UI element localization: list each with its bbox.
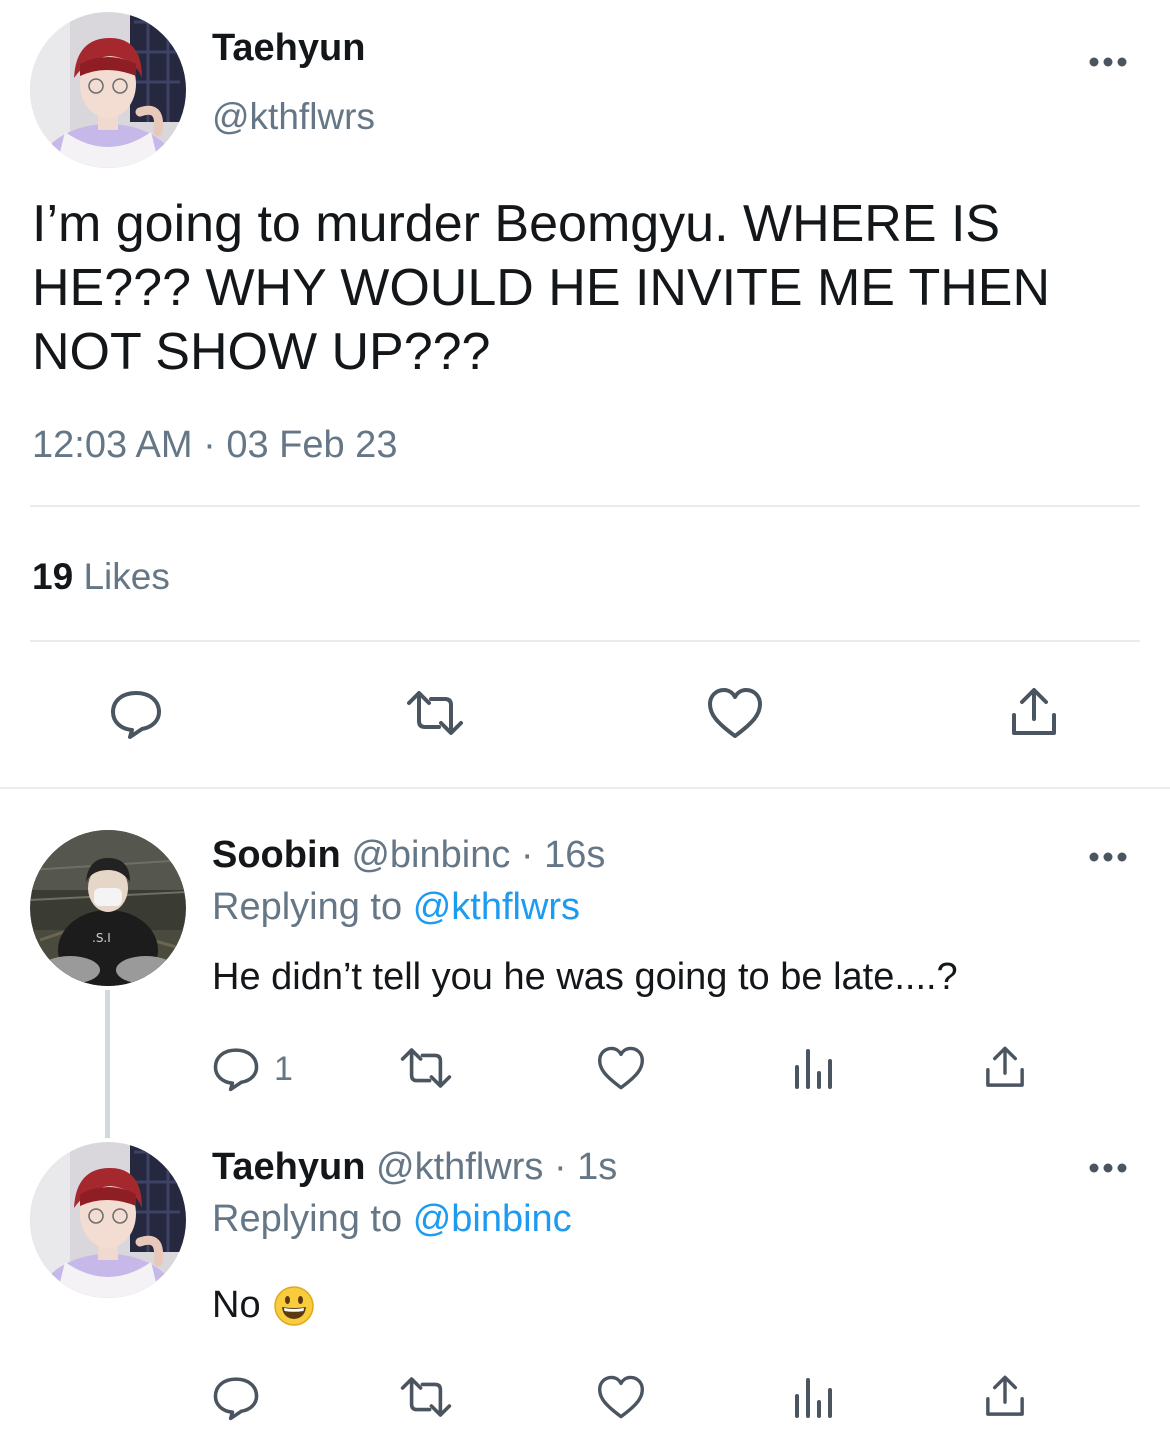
reply-header: Soobin @binbinc · 16s — [212, 834, 605, 877]
section-divider — [0, 787, 1170, 789]
author-handle[interactable]: @kthflwrs — [376, 1146, 543, 1188]
retweet-icon — [407, 691, 463, 735]
likes-count: 19 — [32, 556, 74, 597]
grinning-face-icon — [273, 1285, 314, 1326]
replying-label: Replying to — [212, 886, 403, 928]
author-handle[interactable]: @kthflwrs — [212, 96, 375, 138]
retweet-icon — [400, 1377, 452, 1417]
reply-icon — [111, 691, 161, 739]
reply-count: 1 — [274, 1050, 293, 1088]
avatar[interactable]: .S.I — [30, 830, 186, 986]
likes-label: Likes — [83, 556, 170, 597]
retweet-button[interactable] — [405, 683, 465, 743]
analytics-icon — [795, 1378, 832, 1418]
retweet-button[interactable] — [396, 1367, 456, 1427]
tweet-age[interactable]: · 16s — [521, 834, 605, 876]
replying-to: Replying to @kthflwrs — [212, 886, 580, 929]
mention-link[interactable]: @kthflwrs — [413, 886, 580, 928]
analytics-button[interactable] — [783, 1038, 843, 1098]
timestamp[interactable]: 12:03 AM · 03 Feb 23 — [32, 424, 397, 467]
like-icon — [708, 688, 762, 738]
svg-text:.S.I: .S.I — [92, 931, 111, 945]
share-icon — [986, 1375, 1024, 1416]
tweet-text: He didn’t tell you he was going to be la… — [212, 956, 958, 998]
likes-stat[interactable]: 19 Likes — [32, 556, 170, 598]
mention-link[interactable]: @binbinc — [413, 1198, 572, 1240]
tweet-text: No — [212, 1284, 261, 1326]
retweet-button[interactable] — [396, 1038, 456, 1098]
replying-label: Replying to — [212, 1198, 403, 1240]
author-name[interactable]: Taehyun — [212, 1146, 365, 1188]
thread-line — [105, 990, 110, 1138]
divider — [30, 640, 1140, 642]
analytics-button[interactable] — [783, 1367, 843, 1427]
author-name[interactable]: Taehyun — [212, 27, 365, 70]
reply-header: Taehyun @kthflwrs · 1s — [212, 1146, 617, 1189]
like-button[interactable] — [591, 1038, 651, 1098]
share-icon — [986, 1046, 1024, 1087]
like-icon — [598, 1046, 644, 1090]
avatar[interactable] — [30, 12, 186, 168]
like-icon — [598, 1375, 644, 1419]
tweet-text-row: No — [212, 1284, 315, 1327]
author-name[interactable]: Soobin — [212, 834, 341, 876]
more-options-icon[interactable] — [1088, 1160, 1128, 1181]
like-button[interactable] — [591, 1367, 651, 1427]
share-icon — [1012, 688, 1056, 735]
reply-button[interactable] — [106, 683, 166, 743]
avatar[interactable] — [30, 1142, 186, 1298]
reply-icon — [213, 1048, 259, 1092]
tweet-age[interactable]: · 1s — [554, 1146, 617, 1188]
share-button[interactable] — [1004, 683, 1064, 743]
replying-to: Replying to @binbinc — [212, 1198, 572, 1241]
analytics-icon — [795, 1049, 832, 1089]
author-handle[interactable]: @binbinc — [351, 834, 510, 876]
reply-button[interactable] — [206, 1367, 266, 1427]
share-button[interactable] — [975, 1038, 1035, 1098]
divider — [30, 505, 1140, 507]
share-button[interactable] — [975, 1367, 1035, 1427]
reply-icon — [213, 1377, 259, 1421]
tweet-text: I’m going to murder Beomgyu. WHERE IS HE… — [32, 195, 1051, 381]
more-options-icon[interactable] — [1088, 54, 1128, 75]
like-button[interactable] — [705, 683, 765, 743]
reply-button[interactable] — [206, 1038, 266, 1098]
more-options-icon[interactable] — [1088, 849, 1128, 870]
retweet-icon — [400, 1048, 452, 1088]
